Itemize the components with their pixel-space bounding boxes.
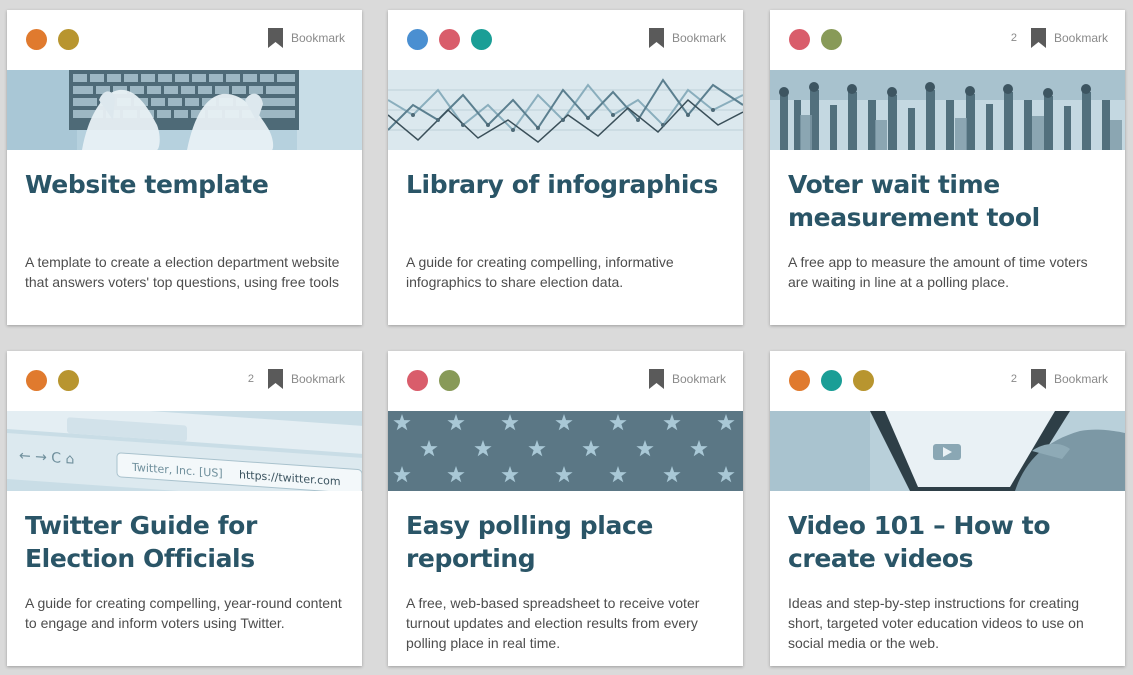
bookmark-control[interactable]: Bookmark	[254, 28, 345, 48]
category-dot[interactable]	[789, 370, 810, 391]
card-description: A free, web-based spreadsheet to receive…	[406, 595, 700, 651]
bookmark-count: 2	[1010, 373, 1017, 385]
card-title[interactable]: Twitter Guide for Election Officials	[25, 509, 348, 575]
bookmark-icon[interactable]	[648, 369, 664, 389]
bookmark-label[interactable]: Bookmark	[291, 372, 345, 386]
card-description: A guide for creating compelling, informa…	[406, 254, 674, 290]
browser-screenshot-image: ← → C ⌂ Twitter, Inc. [US] https://twitt…	[7, 411, 362, 491]
category-dots	[26, 29, 79, 50]
category-dots	[789, 370, 874, 391]
card-header: Bookmark	[7, 10, 362, 70]
bookmark-label[interactable]: Bookmark	[1054, 31, 1108, 45]
category-dots	[789, 29, 842, 50]
bookmark-icon[interactable]	[267, 369, 283, 389]
bookmark-label[interactable]: Bookmark	[1054, 372, 1108, 386]
category-dot[interactable]	[439, 370, 460, 391]
phone-video-image	[770, 411, 1125, 491]
card-description: A guide for creating compelling, year-ro…	[25, 595, 342, 631]
card-title[interactable]: Website template	[25, 168, 348, 201]
card-header: 2 Bookmark	[770, 10, 1125, 70]
card-description: Ideas and step-by-step instructions for …	[788, 595, 1084, 651]
category-dots	[407, 29, 492, 50]
card-title[interactable]: Video 101 – How to create videos	[788, 509, 1111, 575]
resource-card-infographics[interactable]: Bookmark Library of infographics A guide…	[388, 10, 743, 325]
card-banner-crowd	[770, 70, 1125, 150]
category-dot[interactable]	[58, 370, 79, 391]
category-dots	[407, 370, 460, 391]
bookmark-icon[interactable]	[1030, 28, 1046, 48]
category-dot[interactable]	[26, 29, 47, 50]
card-banner-keyboard	[7, 70, 362, 150]
category-dot[interactable]	[821, 370, 842, 391]
card-title[interactable]: Easy polling place reporting	[406, 509, 729, 575]
card-banner-phone	[770, 411, 1125, 491]
resource-card-twitter-guide[interactable]: 2 Bookmark ← → C ⌂ Twitter, Inc. [US] ht…	[7, 351, 362, 666]
bookmark-count: 2	[1010, 32, 1017, 44]
bookmark-icon[interactable]	[1030, 369, 1046, 389]
bookmark-control[interactable]: Bookmark	[635, 28, 726, 48]
category-dot[interactable]	[407, 29, 428, 50]
category-dot[interactable]	[789, 29, 810, 50]
card-description: A free app to measure the amount of time…	[788, 254, 1088, 290]
category-dot[interactable]	[407, 370, 428, 391]
card-banner-browser: ← → C ⌂ Twitter, Inc. [US] https://twitt…	[7, 411, 362, 491]
category-dot[interactable]	[853, 370, 874, 391]
resource-card-video-101[interactable]: 2 Bookmark Video 101 – How to create vid…	[770, 351, 1125, 666]
category-dot[interactable]	[439, 29, 460, 50]
card-description: A template to create a election departme…	[25, 254, 340, 290]
bookmark-label[interactable]: Bookmark	[291, 31, 345, 45]
category-dot[interactable]	[58, 29, 79, 50]
card-header: Bookmark	[388, 351, 743, 411]
resource-card-website-template[interactable]: Bookmark Website template A template to …	[7, 10, 362, 325]
category-dot[interactable]	[26, 370, 47, 391]
bookmark-label[interactable]: Bookmark	[672, 31, 726, 45]
resource-card-polling-place-reporting[interactable]: Bookmark Easy polling place reporting A …	[388, 351, 743, 666]
bookmark-icon[interactable]	[648, 28, 664, 48]
bookmark-control[interactable]: Bookmark	[635, 369, 726, 389]
bookmark-label[interactable]: Bookmark	[672, 372, 726, 386]
stars-pattern-image	[388, 411, 743, 491]
card-title[interactable]: Library of infographics	[406, 168, 729, 201]
card-header: 2 Bookmark	[7, 351, 362, 411]
card-title[interactable]: Voter wait time measurement tool	[788, 168, 1111, 234]
card-banner-linegraph	[388, 70, 743, 150]
bookmark-control[interactable]: 2 Bookmark	[248, 369, 345, 389]
bookmark-control[interactable]: 2 Bookmark	[1011, 369, 1108, 389]
card-header: Bookmark	[388, 10, 743, 70]
keyboard-hands-image	[7, 70, 362, 150]
bookmark-count: 2	[247, 373, 254, 385]
card-banner-stars	[388, 411, 743, 491]
category-dot[interactable]	[821, 29, 842, 50]
bookmark-control[interactable]: 2 Bookmark	[1011, 28, 1108, 48]
bookmark-icon[interactable]	[267, 28, 283, 48]
card-header: 2 Bookmark	[770, 351, 1125, 411]
line-graph-image	[388, 70, 743, 150]
category-dots	[26, 370, 79, 391]
resource-card-voter-wait-time[interactable]: 2 Bookmark Voter wait time measurement t…	[770, 10, 1125, 325]
crowd-image	[770, 70, 1125, 150]
category-dot[interactable]	[471, 29, 492, 50]
